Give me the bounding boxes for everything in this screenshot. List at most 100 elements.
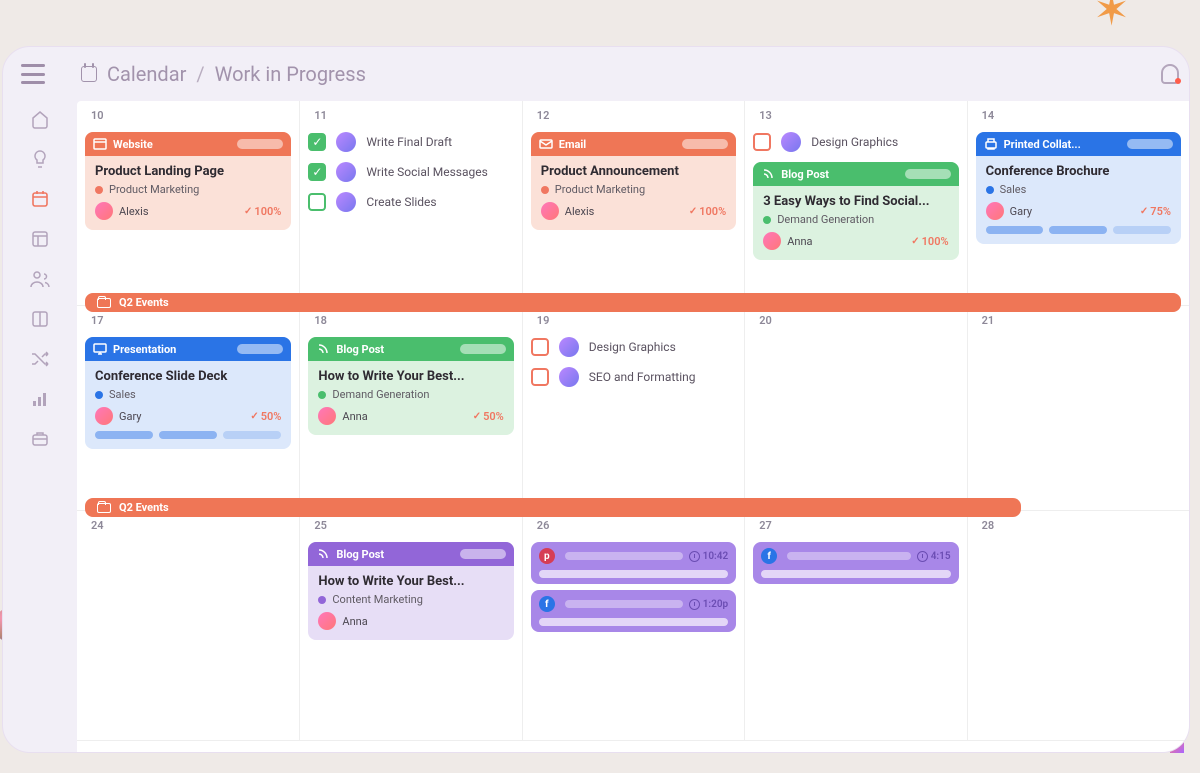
calendar-cell[interactable]: 14Printed Collat...Conference BrochureSa… bbox=[967, 101, 1189, 306]
avatar bbox=[763, 232, 781, 250]
card-title: 3 Easy Ways to Find Social... bbox=[763, 194, 948, 209]
assignee: Alexis bbox=[119, 205, 149, 218]
calendar-cell[interactable]: 13 Design Graphics Blog Post3 Easy Ways to… bbox=[744, 101, 966, 306]
card-tag: Demand Generation bbox=[777, 213, 874, 226]
checkbox[interactable]: ✓ bbox=[308, 133, 326, 151]
completion-pct: 50% bbox=[473, 410, 504, 423]
calendar-cell[interactable]: 26p10:42f1:20p bbox=[522, 511, 744, 741]
breadcrumb: Calendar / Work in Progress bbox=[81, 62, 366, 86]
social-card[interactable]: p10:42 bbox=[531, 542, 736, 584]
calendar-cell[interactable]: 19 Design Graphics SEO and Formatting bbox=[522, 306, 744, 511]
task-row[interactable]: SEO and Formatting bbox=[531, 367, 736, 387]
events-label: Q2 Events bbox=[119, 501, 169, 514]
card-type: Website bbox=[113, 138, 153, 151]
hamburger-menu[interactable] bbox=[21, 64, 45, 84]
task-label: SEO and Formatting bbox=[589, 370, 696, 384]
task-row[interactable]: Create Slides bbox=[308, 192, 513, 212]
card-type: Presentation bbox=[113, 343, 176, 356]
task-card[interactable]: WebsiteProduct Landing PageProduct Marke… bbox=[85, 132, 291, 230]
task-label: Create Slides bbox=[366, 195, 436, 209]
avatar bbox=[336, 132, 356, 152]
breadcrumb-current[interactable]: Work in Progress bbox=[215, 62, 366, 86]
calendar-grid: 10WebsiteProduct Landing PageProduct Mar… bbox=[77, 101, 1189, 752]
social-card[interactable]: f 1:20p bbox=[531, 590, 736, 632]
assignee: Anna bbox=[787, 235, 812, 248]
task-card[interactable]: Printed Collat...Conference BrochureSale… bbox=[976, 132, 1181, 244]
assignee: Gary bbox=[119, 410, 142, 423]
avatar bbox=[318, 407, 336, 425]
social-card[interactable]: f4:15 bbox=[753, 542, 958, 584]
bell-icon[interactable] bbox=[1161, 64, 1179, 84]
clock-icon bbox=[689, 599, 700, 610]
avatar bbox=[559, 337, 579, 357]
day-number: 17 bbox=[91, 314, 291, 327]
card-type: Email bbox=[559, 138, 586, 151]
task-row[interactable]: ✓ Write Final Draft bbox=[308, 132, 513, 152]
calendar-icon bbox=[81, 66, 97, 82]
calendar-cell[interactable]: 27f4:15 bbox=[744, 511, 966, 741]
task-label: Design Graphics bbox=[811, 135, 898, 149]
task-card[interactable]: Blog Post3 Easy Ways to Find Social...De… bbox=[753, 162, 958, 260]
events-banner-2[interactable]: Q2 Events bbox=[85, 498, 1021, 517]
checkbox[interactable] bbox=[531, 338, 549, 356]
task-card[interactable]: Email Product Announcement Product Marketi… bbox=[531, 132, 736, 230]
sidenav bbox=[3, 101, 77, 752]
task-row[interactable]: Design Graphics bbox=[753, 132, 958, 152]
social-time: 10:42 bbox=[703, 551, 729, 562]
task-row[interactable]: Design Graphics bbox=[531, 337, 736, 357]
bulb-icon[interactable] bbox=[30, 149, 50, 169]
checkbox[interactable] bbox=[308, 193, 326, 211]
calendar-cell[interactable]: 28 bbox=[967, 511, 1189, 741]
task-card[interactable]: Blog PostHow to Write Your Best...Demand… bbox=[308, 337, 513, 435]
day-number: 18 bbox=[314, 314, 513, 327]
calendar-nav-icon[interactable] bbox=[30, 189, 50, 209]
task-card[interactable]: Blog PostHow to Write Your Best...Conten… bbox=[308, 542, 513, 640]
assignee: Anna bbox=[342, 410, 367, 423]
card-type: Printed Collat... bbox=[1004, 138, 1081, 151]
social-time: 1:20p bbox=[703, 599, 729, 610]
card-type: Blog Post bbox=[336, 343, 384, 356]
task-label: Design Graphics bbox=[589, 340, 676, 354]
day-number: 24 bbox=[91, 519, 291, 532]
calendar-cell[interactable]: 25Blog PostHow to Write Your Best...Cont… bbox=[299, 511, 521, 741]
assignee: Alexis bbox=[565, 205, 595, 218]
briefcase-icon[interactable] bbox=[30, 429, 50, 449]
task-row[interactable]: ✓Write Social Messages bbox=[308, 162, 513, 182]
people-icon[interactable] bbox=[30, 269, 50, 289]
checkbox[interactable]: ✓ bbox=[308, 163, 326, 181]
calendar-cell[interactable]: 20 bbox=[744, 306, 966, 511]
task-card[interactable]: PresentationConference Slide DeckSalesGa… bbox=[85, 337, 291, 449]
calendar-cell[interactable]: 21 bbox=[967, 306, 1189, 511]
day-number: 20 bbox=[759, 314, 958, 327]
social-network-icon: f bbox=[539, 596, 555, 612]
day-number: 12 bbox=[537, 109, 736, 122]
task-label: Write Final Draft bbox=[366, 135, 452, 149]
calendar-cell[interactable]: 12 Email Product Announcement Product Marke… bbox=[522, 101, 744, 306]
calendar-cell[interactable]: 11✓Write Final Draft✓Write Social Messag… bbox=[299, 101, 521, 306]
breadcrumb-root[interactable]: Calendar bbox=[107, 62, 186, 86]
events-banner-1[interactable]: Q2 Events bbox=[85, 293, 1181, 312]
calendar-cell[interactable]: 17 PresentationConference Slide DeckSales… bbox=[77, 306, 299, 511]
avatar bbox=[986, 202, 1004, 220]
card-tag: Product Marketing bbox=[555, 183, 645, 196]
checkbox[interactable] bbox=[753, 133, 771, 151]
bars-icon[interactable] bbox=[30, 389, 50, 409]
app-frame: Calendar / Work in Progress 10WebsitePro… bbox=[2, 46, 1190, 753]
checkbox[interactable] bbox=[531, 368, 549, 386]
layout-icon[interactable] bbox=[30, 229, 50, 249]
topbar: Calendar / Work in Progress bbox=[3, 47, 1189, 101]
card-type: Blog Post bbox=[336, 548, 384, 561]
day-number: 19 bbox=[537, 314, 736, 327]
folder-icon bbox=[97, 298, 111, 308]
completion-pct: 100% bbox=[244, 205, 281, 218]
columns-icon[interactable] bbox=[30, 309, 50, 329]
day-number: 13 bbox=[759, 109, 958, 122]
shuffle-icon[interactable] bbox=[30, 349, 50, 369]
card-title: Product Announcement bbox=[541, 164, 726, 179]
completion-pct: 50% bbox=[250, 410, 281, 423]
home-icon[interactable] bbox=[30, 109, 50, 129]
calendar-cell[interactable]: 18 Blog PostHow to Write Your Best...Dema… bbox=[299, 306, 521, 511]
calendar-cell[interactable]: 24 bbox=[77, 511, 299, 741]
calendar-cell[interactable]: 10WebsiteProduct Landing PageProduct Mar… bbox=[77, 101, 299, 306]
card-title: Product Landing Page bbox=[95, 164, 281, 179]
